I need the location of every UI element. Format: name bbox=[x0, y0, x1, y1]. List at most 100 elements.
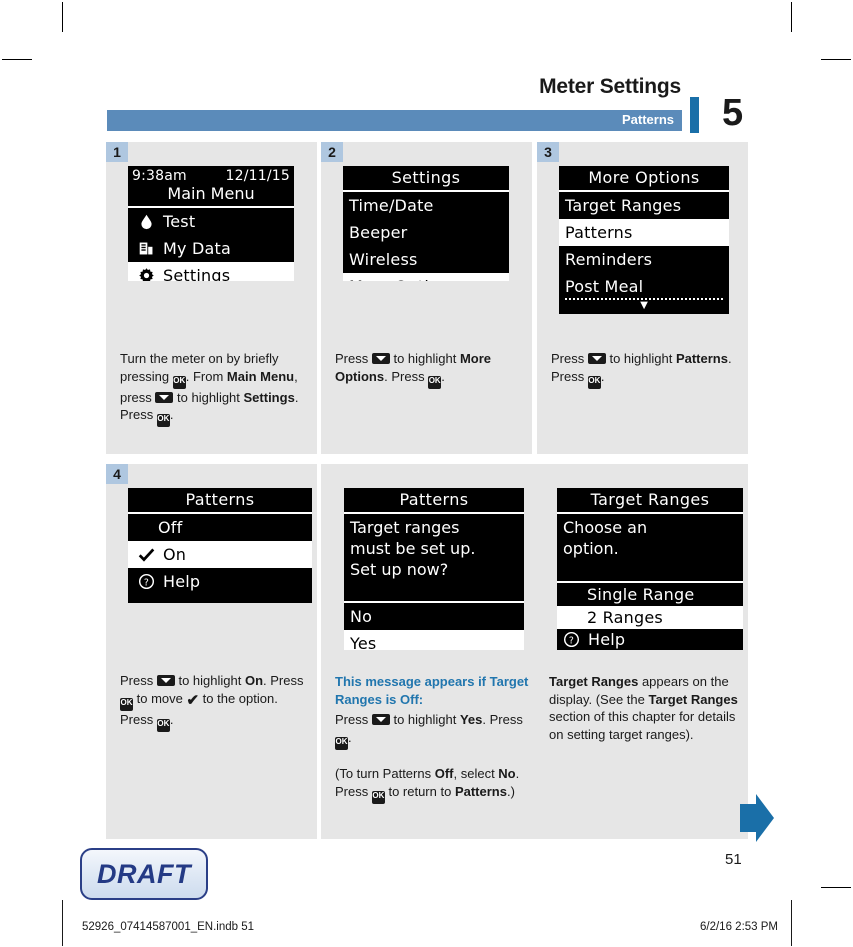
step-panel-5-6: Patterns Target ranges must be set up. S… bbox=[321, 464, 748, 839]
chapter-number: 5 bbox=[722, 92, 744, 134]
patterns-option-help[interactable]: ? Help bbox=[128, 568, 312, 595]
confirm-option-yes[interactable]: Yes bbox=[344, 630, 524, 650]
next-page-arrow-icon[interactable] bbox=[740, 794, 774, 842]
step-5-caption-secondary: (To turn Patterns Off, select No. Press … bbox=[335, 765, 539, 804]
step-2-caption: Press to highlight More Options. Press O… bbox=[335, 350, 521, 389]
ok-key-icon: OK bbox=[156, 718, 170, 732]
confirm-option-no[interactable]: No bbox=[344, 603, 524, 630]
step-badge-2: 2 bbox=[321, 142, 343, 162]
header-subtitle: Patterns bbox=[621, 112, 674, 127]
step-panel-4: 4 Patterns Off On ? Help Press to highli… bbox=[106, 464, 317, 839]
meter-status-row: 9:38am 12/11/15 bbox=[128, 166, 294, 184]
settings-item-more-options[interactable]: More Options bbox=[343, 273, 509, 281]
meter-screen-4: Patterns Off On ? Help bbox=[128, 488, 312, 603]
step-5-caption-lead: This message appears if Target Ranges is… bbox=[335, 674, 529, 707]
meter-menu-label: My Data bbox=[163, 239, 231, 258]
page-header: Meter Settings Patterns 5 bbox=[0, 75, 853, 140]
more-options-item-label: Reminders bbox=[565, 250, 653, 269]
footer-rule-left bbox=[62, 900, 63, 946]
svg-text:?: ? bbox=[144, 577, 149, 588]
footer-timestamp: 6/2/16 2:53 PM bbox=[700, 921, 778, 933]
meter-screen-2: Settings Time/Date Beeper Wireless More … bbox=[343, 166, 509, 281]
patterns-option-label: Help bbox=[163, 572, 201, 591]
meter-screen-title: Main Menu bbox=[128, 184, 294, 208]
crop-mark-right-top bbox=[821, 59, 851, 60]
more-options-item-label: Post Meal bbox=[565, 277, 644, 296]
meter-screen-title: More Options bbox=[559, 166, 729, 192]
ok-key-icon: OK bbox=[371, 790, 385, 804]
ok-key-icon: OK bbox=[156, 414, 170, 427]
chapter-title: Meter Settings bbox=[539, 75, 681, 98]
meter-message-line: Choose an bbox=[563, 518, 648, 537]
ok-key-icon: OK bbox=[428, 375, 442, 389]
step-badge-4: 4 bbox=[106, 464, 128, 484]
settings-item-label: More Options bbox=[349, 277, 458, 281]
ok-key-icon: OK bbox=[587, 375, 601, 389]
more-options-item-reminders[interactable]: Reminders bbox=[559, 246, 729, 273]
settings-item-label: Beeper bbox=[349, 223, 408, 242]
check-mark-glyph: ✔ bbox=[186, 691, 200, 709]
check-icon bbox=[138, 548, 155, 562]
settings-item-label: Time/Date bbox=[349, 196, 434, 215]
meter-message-line: must be set up. bbox=[350, 539, 476, 558]
more-options-item-post-meal[interactable]: Post Meal bbox=[559, 273, 729, 297]
svg-text:?: ? bbox=[569, 635, 574, 646]
help-icon: ? bbox=[138, 573, 155, 590]
footer-rule-right bbox=[791, 900, 792, 946]
meter-screen-5: Patterns Target ranges must be set up. S… bbox=[344, 488, 524, 650]
target-ranges-option-label: Help bbox=[588, 630, 626, 649]
meter-screen-6: Target Ranges Choose an option. Single R… bbox=[557, 488, 743, 650]
meter-time: 9:38am bbox=[132, 168, 187, 184]
meter-menu-item-settings[interactable]: Settings bbox=[128, 262, 294, 281]
help-icon: ? bbox=[563, 631, 580, 648]
settings-item-time-date[interactable]: Time/Date bbox=[343, 192, 509, 219]
crop-mark-right-bottom bbox=[821, 887, 851, 888]
step-4-caption: Press to highlight On. Press OK to move … bbox=[120, 672, 312, 732]
more-options-item-label: Patterns bbox=[565, 223, 633, 242]
scroll-down-indicator-icon[interactable]: ▼ bbox=[559, 298, 729, 311]
meter-message-line: Set up now? bbox=[350, 560, 449, 579]
ok-key-icon: OK bbox=[120, 697, 133, 711]
step-badge-3: 3 bbox=[537, 142, 559, 162]
step-panel-2: 2 Settings Time/Date Beeper Wireless Mor… bbox=[321, 142, 532, 454]
patterns-option-on[interactable]: On bbox=[128, 541, 312, 568]
meter-message: Choose an option. bbox=[557, 514, 743, 562]
step-1-caption: Turn the meter on by briefly pressing OK… bbox=[120, 350, 306, 427]
gear-icon bbox=[139, 268, 154, 281]
step-5-caption: Press to highlight Yes. Press OK. bbox=[335, 711, 535, 750]
meter-screen-title: Target Ranges bbox=[557, 488, 743, 514]
blood-drop-icon bbox=[141, 214, 152, 230]
my-data-icon bbox=[139, 242, 153, 255]
patterns-option-label: On bbox=[163, 545, 187, 564]
meter-message-line: Target ranges bbox=[350, 518, 460, 537]
meter-screen-1: 9:38am 12/11/15 Main Menu Test My Data S… bbox=[128, 166, 294, 281]
ok-key-icon: OK bbox=[335, 736, 348, 750]
target-ranges-option-single-range[interactable]: Single Range bbox=[557, 583, 743, 606]
footer-file-info: 52926_07414587001_EN.indb 51 bbox=[82, 921, 255, 933]
more-options-item-target-ranges[interactable]: Target Ranges bbox=[559, 192, 729, 219]
meter-menu-item-test[interactable]: Test bbox=[128, 208, 294, 235]
patterns-option-off[interactable]: Off bbox=[128, 514, 312, 541]
meter-message: Target ranges must be set up. Set up now… bbox=[344, 514, 524, 583]
target-ranges-option-label: 2 Ranges bbox=[587, 608, 663, 627]
settings-item-wireless[interactable]: Wireless bbox=[343, 246, 509, 273]
target-ranges-option-help[interactable]: ? Help bbox=[557, 629, 743, 650]
confirm-option-label: Yes bbox=[350, 634, 377, 650]
step-panel-3: 3 More Options Target Ranges Patterns Re… bbox=[537, 142, 748, 454]
settings-item-label: Wireless bbox=[349, 250, 418, 269]
down-key-icon bbox=[371, 714, 390, 725]
page-number: 51 bbox=[725, 851, 742, 868]
down-key-icon bbox=[156, 675, 175, 686]
target-ranges-option-2-ranges[interactable]: 2 Ranges bbox=[557, 606, 743, 629]
crop-mark-left-top bbox=[2, 59, 32, 60]
meter-screen-title: Settings bbox=[343, 166, 509, 192]
step-panel-1: 1 9:38am 12/11/15 Main Menu Test My Data… bbox=[106, 142, 317, 454]
more-options-item-label: Target Ranges bbox=[565, 196, 682, 215]
meter-menu-label: Settings bbox=[163, 266, 231, 281]
meter-menu-item-my-data[interactable]: My Data bbox=[128, 235, 294, 262]
settings-item-beeper[interactable]: Beeper bbox=[343, 219, 509, 246]
crop-mark-top-right bbox=[791, 2, 792, 32]
more-options-item-patterns[interactable]: Patterns bbox=[559, 219, 729, 246]
meter-date: 12/11/15 bbox=[225, 168, 290, 184]
down-key-icon bbox=[371, 353, 390, 364]
